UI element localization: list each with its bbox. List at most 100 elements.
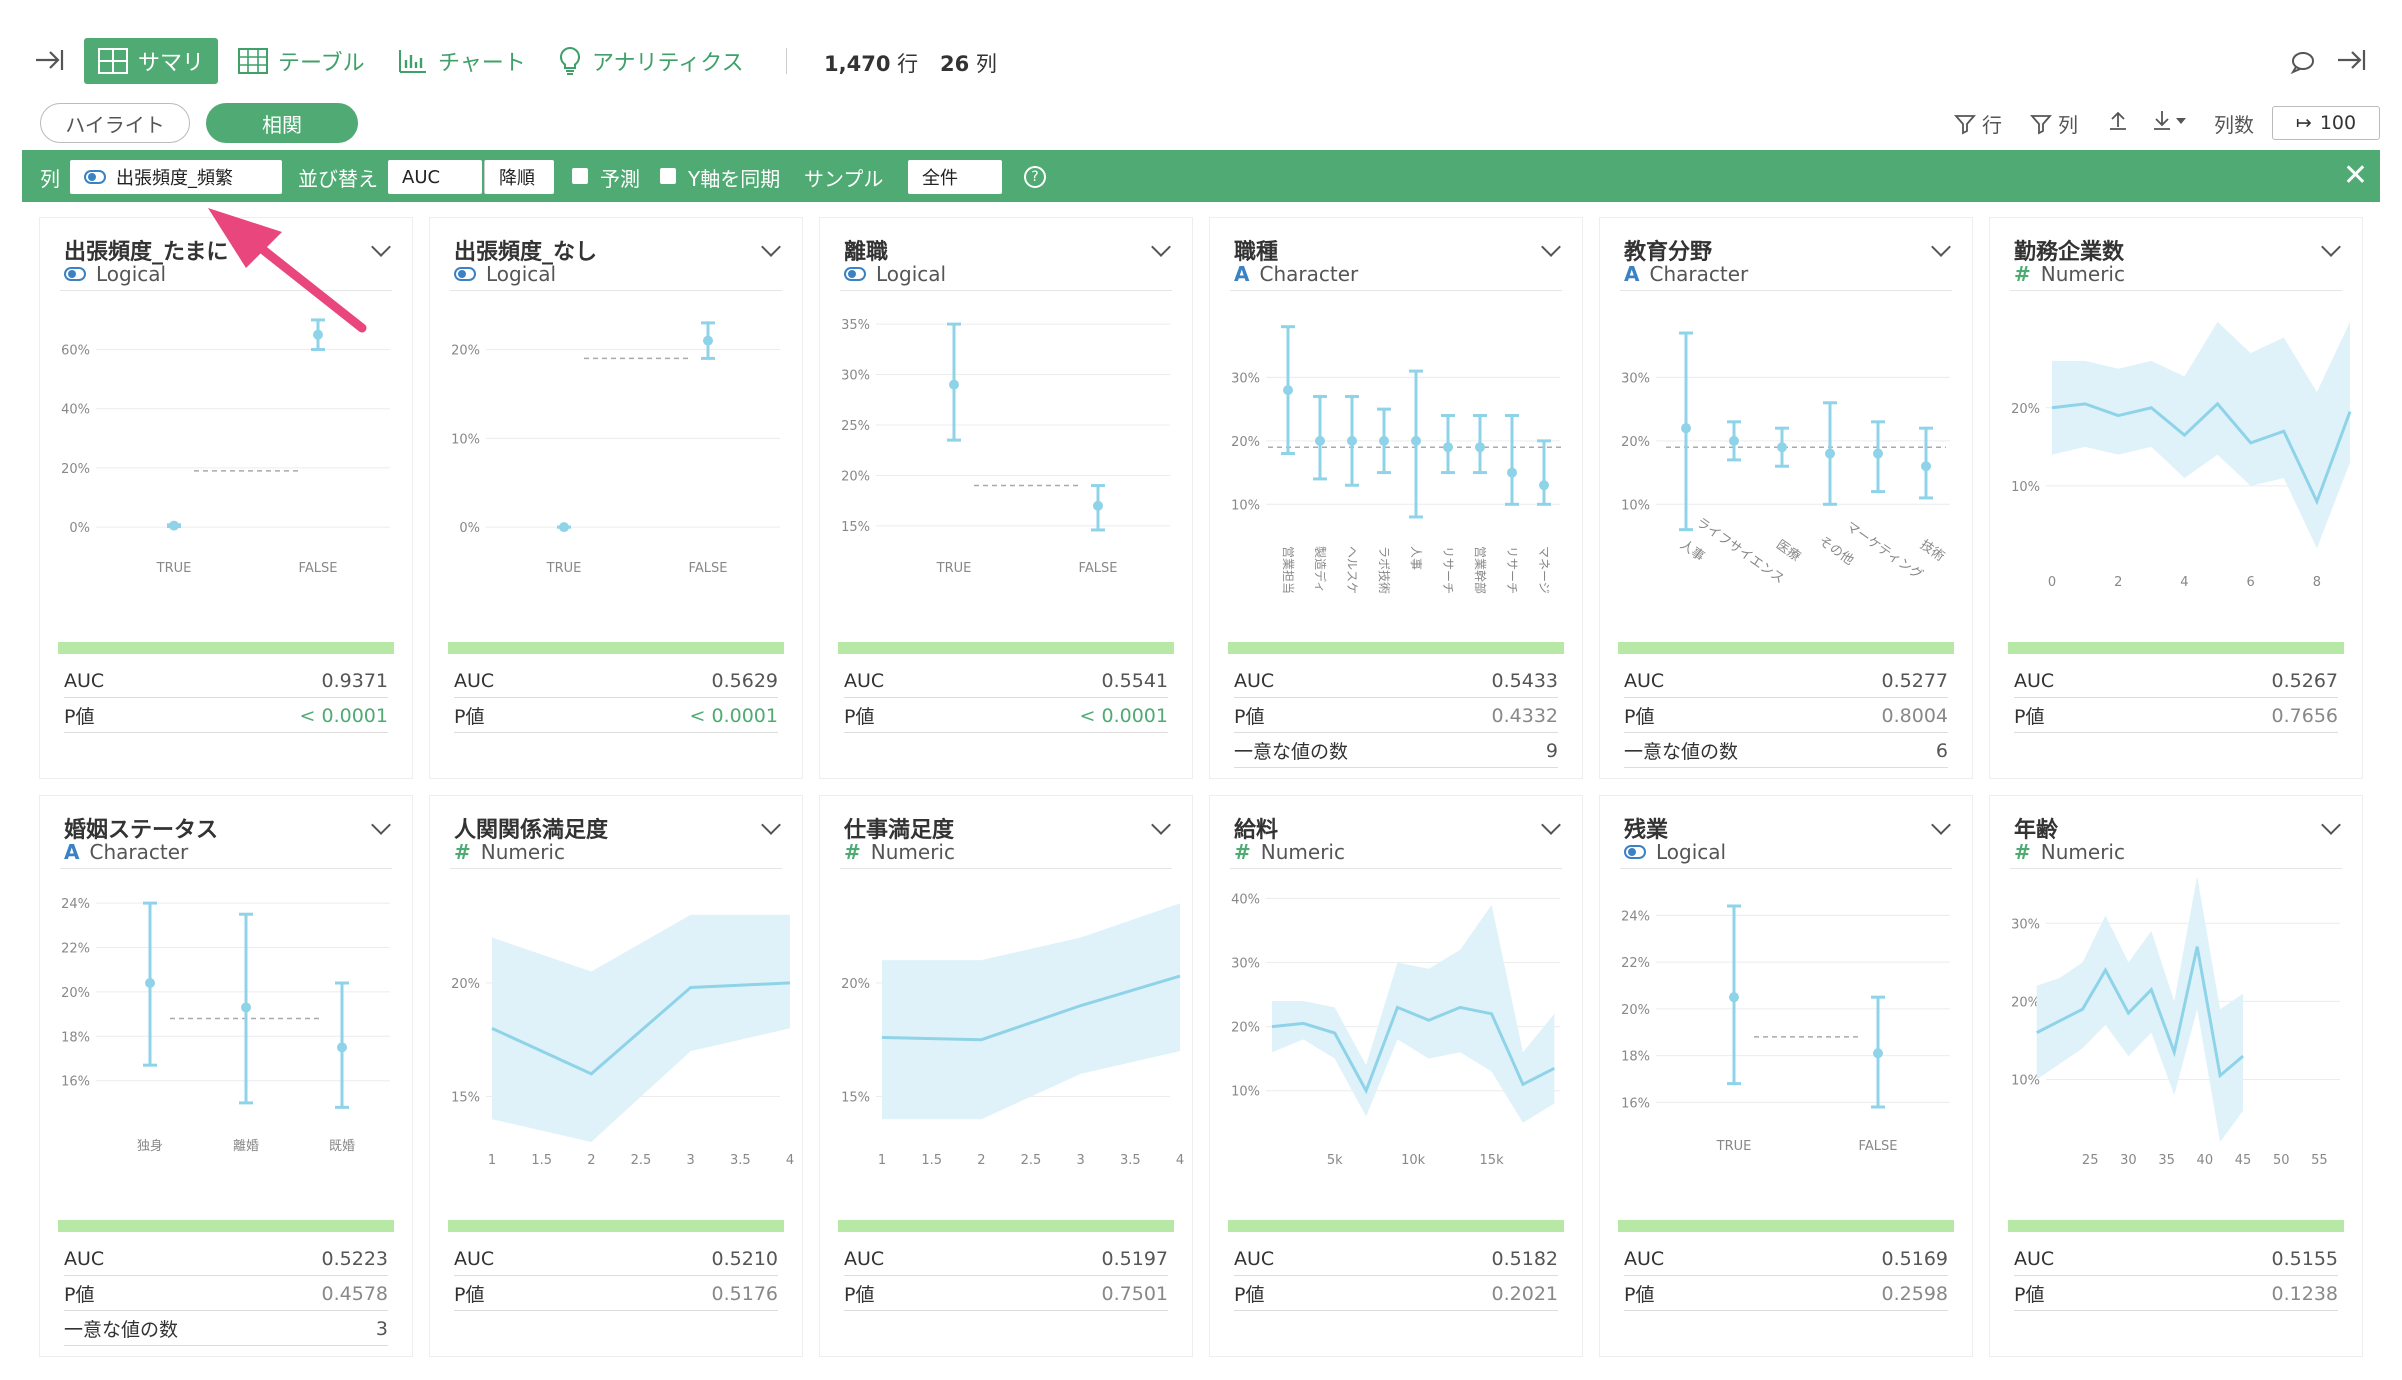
download-menu-button[interactable] xyxy=(2152,109,2188,131)
stat-value: 0.5210 xyxy=(711,1247,778,1270)
chevron-down-icon[interactable] xyxy=(1931,237,1951,257)
chevron-down-icon[interactable] xyxy=(761,237,781,257)
summary-card[interactable]: 出張頻度_たまに Logical 0% 20% 40% 60% TRUE FALSE AUC 0.… xyxy=(40,218,412,778)
sync-y-axis-checkbox[interactable] xyxy=(660,168,676,184)
confidence-band xyxy=(492,914,790,1142)
column-limit-input[interactable]: ↦ 100 xyxy=(2272,106,2380,140)
chevron-down-icon[interactable] xyxy=(2321,237,2341,257)
data-point xyxy=(559,522,569,533)
summary-card[interactable]: 勤務企業数 # Numeric 10% 20% 0 2 4 6 8 AUC 0.5267 P値 0.765… xyxy=(1990,218,2362,778)
collapse-left-icon[interactable] xyxy=(34,46,64,78)
y-tick-label: 10% xyxy=(1231,1085,1260,1100)
col-count-value: 26 xyxy=(940,52,970,76)
data-point xyxy=(703,335,713,346)
chevron-down-icon[interactable] xyxy=(1541,815,1561,835)
card-type-label: Numeric xyxy=(870,840,955,864)
toggle-icon xyxy=(64,262,86,286)
correlation-mode-button[interactable]: 相関 xyxy=(206,103,358,143)
x-tick-label: FALSE xyxy=(1859,1139,1898,1154)
filter-icon xyxy=(2030,114,2052,134)
summary-card[interactable]: 教育分野 A Character 10% 20% 30% 人事 ライフサイエンス 医療 その他 マー… xyxy=(1600,218,1972,778)
chevron-down-icon[interactable] xyxy=(1931,815,1951,835)
x-tick-label: TRUE xyxy=(546,561,582,576)
stat-label: AUC xyxy=(454,669,495,692)
summary-card[interactable]: 仕事満足度 # Numeric 15% 20% 1 1.5 2 2.5 3 3.5 4 AUC 0.519… xyxy=(820,796,1192,1356)
auc-bar xyxy=(1228,642,1564,654)
tab-analytics[interactable]: アナリティクス xyxy=(558,40,744,82)
tab-chart[interactable]: チャート xyxy=(398,40,526,82)
summary-card[interactable]: 出張頻度_なし Logical 0% 10% 20% TRUE FALSE AUC 0.5629… xyxy=(430,218,802,778)
target-column-select[interactable]: 出張頻度_頻繁 xyxy=(70,160,282,194)
numeric-icon: # xyxy=(2014,262,2031,286)
chevron-down-icon[interactable] xyxy=(2321,815,2341,835)
filter-rows-button[interactable]: 行 xyxy=(1954,109,2002,138)
x-tick-label: 55 xyxy=(2311,1153,2328,1168)
toggle-icon xyxy=(454,262,476,286)
data-point xyxy=(1777,442,1787,453)
y-tick-label: 20% xyxy=(451,344,480,359)
y-tick-label: 30% xyxy=(2011,917,2040,932)
data-point xyxy=(1411,435,1421,446)
y-tick-label: 22% xyxy=(61,942,90,957)
chevron-down-icon[interactable] xyxy=(1151,815,1171,835)
stat-row-auc: AUC 0.5267 xyxy=(2014,664,2338,698)
y-tick-label: 30% xyxy=(1231,957,1260,972)
card-type-label: Numeric xyxy=(2040,840,2125,864)
chevron-down-icon[interactable] xyxy=(1541,237,1561,257)
stat-row-unique: 一意な値の数 3 xyxy=(64,1312,388,1346)
sample-select[interactable]: 全件 xyxy=(908,160,1002,194)
card-chart: 15% 20% 1 1.5 2 2.5 3 3.5 4 xyxy=(841,903,1184,1168)
chevron-down-icon[interactable] xyxy=(1151,237,1171,257)
stat-row-auc: AUC 0.5155 xyxy=(2014,1242,2338,1276)
filter-cols-label: 列 xyxy=(2058,113,2078,137)
stat-value: 0.5277 xyxy=(1881,669,1948,692)
highlight-mode-button[interactable]: ハイライト xyxy=(40,103,190,143)
x-tick-label: FALSE xyxy=(299,561,338,576)
close-icon[interactable]: ✕ xyxy=(2343,158,2368,193)
card-divider xyxy=(1230,868,1562,869)
chevron-down-icon[interactable] xyxy=(371,815,391,835)
character-icon: A xyxy=(1234,262,1250,286)
summary-card[interactable]: 残業 Logical 16% 18% 20% 22% 24% TRUE FALSE AUC 0.51… xyxy=(1600,796,1972,1356)
x-tick-label: 4 xyxy=(1176,1153,1184,1168)
summary-card[interactable]: 給料 # Numeric 10% 20% 30% 40% 5k 10k 15k AUC 0.5182 P… xyxy=(1210,796,1582,1356)
chevron-down-icon[interactable] xyxy=(761,815,781,835)
tab-table-label: テーブル xyxy=(278,51,365,76)
x-tick-label: 40 xyxy=(2197,1153,2214,1168)
tab-summary[interactable]: サマリ xyxy=(84,38,219,84)
x-tick-label: ヘルスケ xyxy=(1345,546,1359,594)
card-type-label: Logical xyxy=(1656,840,1727,864)
data-point xyxy=(1539,480,1549,491)
x-tick-label: 50 xyxy=(2273,1153,2290,1168)
tab-table[interactable]: テーブル xyxy=(238,40,365,82)
summary-card[interactable]: 人関関係満足度 # Numeric 15% 20% 1 1.5 2 2.5 3 3.5 4 AUC 0.5… xyxy=(430,796,802,1356)
chevron-down-icon[interactable] xyxy=(371,237,391,257)
numeric-icon: # xyxy=(844,840,861,864)
stat-row-p: P値 < 0.0001 xyxy=(844,699,1168,733)
predict-checkbox[interactable] xyxy=(572,168,588,184)
y-tick-label: 0% xyxy=(69,521,90,536)
help-icon[interactable]: ? xyxy=(1024,166,1046,188)
col-count-unit: 列 xyxy=(975,52,997,76)
y-tick-label: 20% xyxy=(1621,1003,1650,1018)
summary-card[interactable]: 年齢 # Numeric 10% 20% 30% 25 30 35 40 45 50 55 AUC 0.51… xyxy=(1990,796,2362,1356)
stat-label: AUC xyxy=(2014,669,2055,692)
summary-card[interactable]: 離職 Logical 15% 20% 25% 30% 35% TRUE FALSE AUC 0.55… xyxy=(820,218,1192,778)
collapse-right-icon[interactable] xyxy=(2336,46,2366,78)
summary-card[interactable]: 婚姻ステータス A Character 16% 18% 20% 22% 24% 独身 離婚 既婚 AU… xyxy=(40,796,412,1356)
auc-bar xyxy=(838,642,1174,654)
filter-cols-button[interactable]: 列 xyxy=(2030,109,2078,138)
stat-label: AUC xyxy=(1234,669,1275,692)
stat-label: AUC xyxy=(64,669,105,692)
sort-label: 並び替え xyxy=(298,167,378,191)
upload-button[interactable] xyxy=(2108,109,2128,131)
comment-icon[interactable] xyxy=(2290,50,2316,78)
x-tick-label: その他 xyxy=(1816,534,1857,569)
data-point xyxy=(1507,467,1517,478)
column-count-label: 列数 xyxy=(2214,113,2254,137)
summary-card[interactable]: 職種 A Character 10% 20% 30% 営業担当 製造ディ ヘルスケ ラボ技術 人事リ… xyxy=(1210,218,1582,778)
sort-metric-select[interactable]: AUC xyxy=(388,160,482,194)
sort-order-select[interactable]: 降順 xyxy=(484,160,554,194)
data-point xyxy=(1873,448,1883,459)
x-tick-label: 4 xyxy=(786,1153,794,1168)
